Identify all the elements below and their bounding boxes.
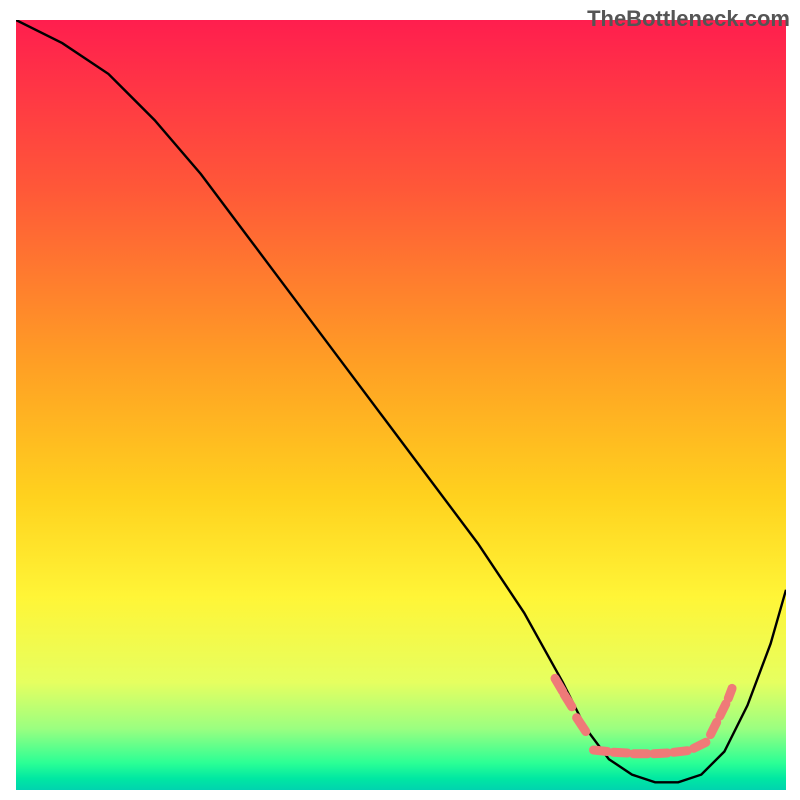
marker-dash: [654, 753, 668, 754]
marker-dash: [720, 704, 726, 716]
chart-background: [16, 20, 786, 790]
marker-dash: [728, 688, 732, 698]
marker-dash: [694, 742, 706, 748]
marker-dash: [711, 722, 717, 734]
bottleneck-chart: [16, 20, 786, 790]
chart-svg: [16, 20, 786, 790]
marker-dash: [674, 751, 688, 753]
watermark-text: TheBottleneck.com: [587, 6, 790, 32]
marker-dash: [614, 752, 628, 753]
marker-dash: [594, 750, 608, 752]
